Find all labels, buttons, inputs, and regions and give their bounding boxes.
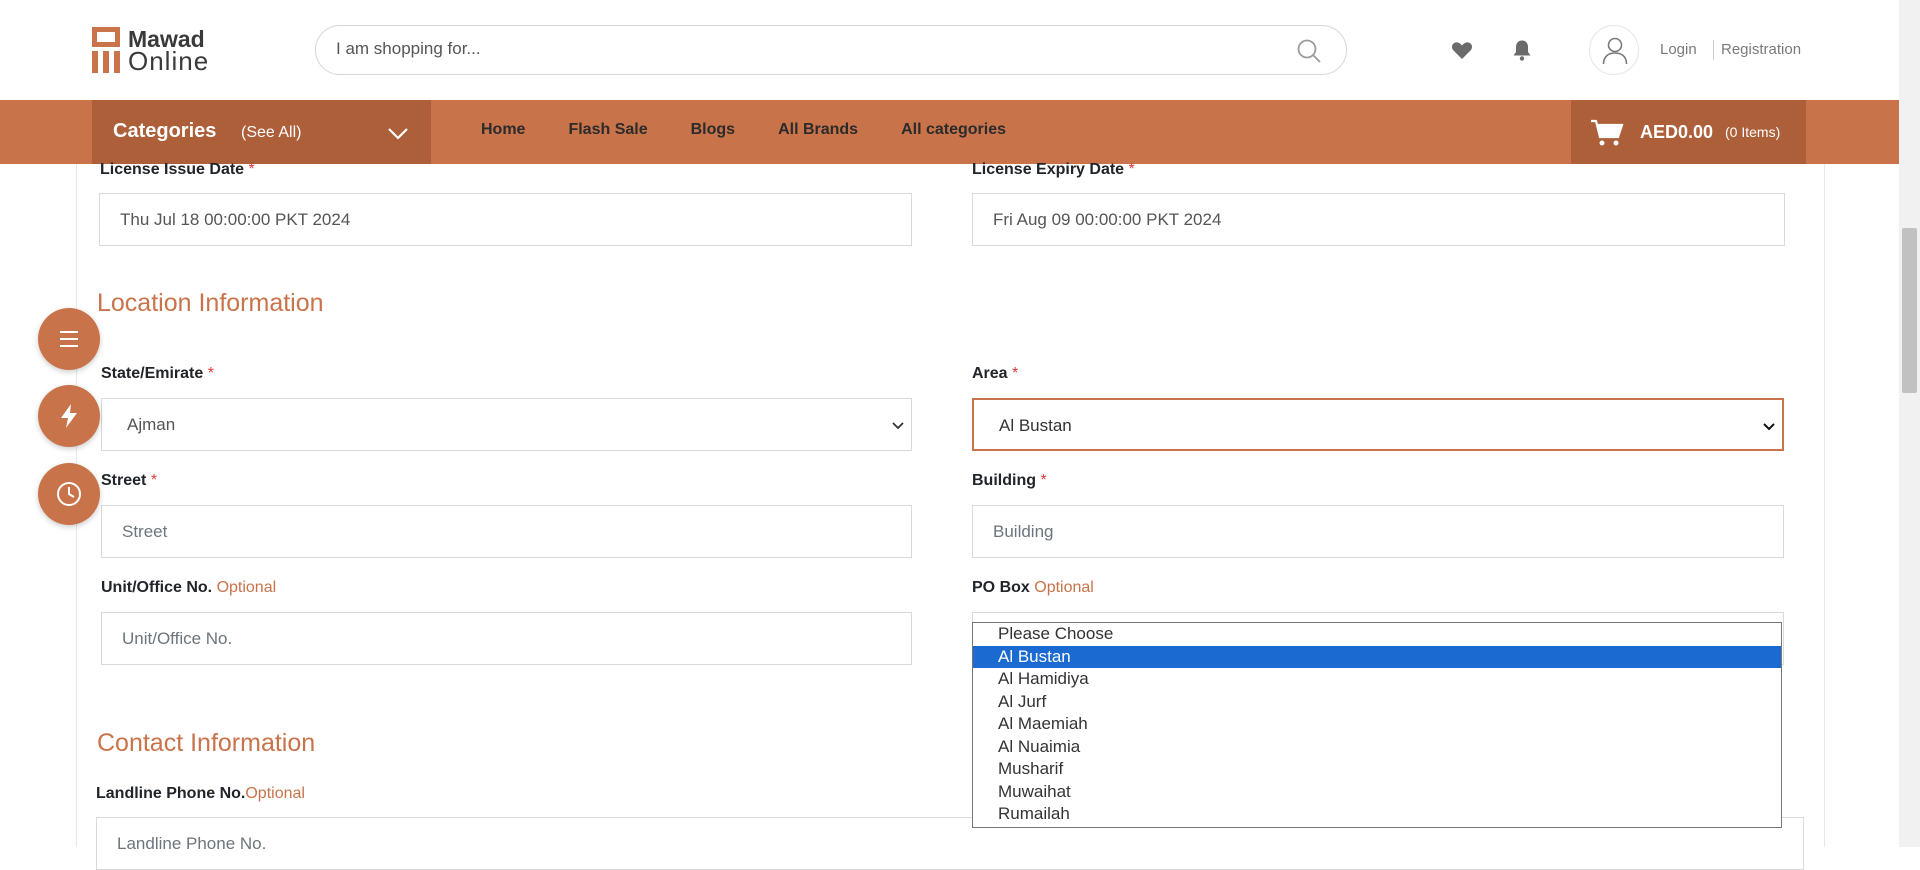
building-label: Building * [972, 472, 1047, 489]
unit-office-label: Unit/Office No. Optional [101, 579, 277, 596]
license-expiry-date-label: License Expiry Date * [972, 161, 1135, 178]
state-selected-value: Ajman [127, 415, 176, 434]
area-label: Area * [972, 365, 1019, 382]
see-all-link[interactable]: (See All) [241, 124, 301, 142]
area-option-selected[interactable]: Al Bustan [973, 645, 1781, 668]
menu-fab[interactable] [38, 308, 100, 370]
nav-links: Home Flash Sale Blogs All Brands All cat… [481, 121, 1049, 139]
area-selected-value: Al Bustan [999, 416, 1072, 435]
site-logo[interactable]: Mawad Online [92, 24, 222, 76]
categories-label: Categories [113, 120, 217, 142]
unit-office-input-wrapper [101, 612, 912, 665]
scrollbar-thumb[interactable] [1902, 228, 1917, 393]
landline-label: Landline Phone No.Optional [96, 785, 305, 802]
state-select[interactable]: Ajman [101, 398, 912, 451]
cart-amount: AED0.00 [1640, 122, 1714, 142]
chevron-down-icon [388, 128, 408, 140]
top-header: Mawad Online Login Registration [0, 0, 1899, 100]
registration-link[interactable]: Registration [1721, 41, 1801, 58]
nav-link-all-brands[interactable]: All Brands [778, 121, 858, 139]
state-label: State/Emirate * [101, 365, 214, 382]
menu-icon [60, 331, 78, 347]
chevron-down-icon [892, 422, 904, 430]
area-option[interactable]: Musharif [973, 758, 1781, 781]
categories-dropdown[interactable]: Categories (See All) [92, 100, 431, 164]
user-avatar[interactable] [1589, 25, 1639, 75]
area-option[interactable]: Al Nuaimia [973, 736, 1781, 759]
wishlist-heart-icon[interactable] [1450, 38, 1474, 62]
page-scrollbar[interactable] [1899, 0, 1920, 847]
search-bar [315, 25, 1347, 75]
user-icon [1602, 37, 1628, 65]
contact-section-title: Contact Information [97, 729, 316, 757]
building-input-wrapper [972, 505, 1784, 558]
area-option[interactable]: Al Maemiah [973, 713, 1781, 736]
area-option[interactable]: Al Jurf [973, 691, 1781, 714]
street-input-wrapper [101, 505, 912, 558]
building-input[interactable] [973, 506, 1783, 557]
po-box-label: PO Box Optional [972, 579, 1094, 596]
nav-link-home[interactable]: Home [481, 121, 525, 139]
license-expiry-date-value: Fri Aug 09 00:00:00 PKT 2024 [993, 210, 1222, 229]
search-input[interactable] [336, 39, 1236, 59]
license-issue-date-value: Thu Jul 18 00:00:00 PKT 2024 [120, 210, 351, 229]
clock-icon [57, 482, 81, 506]
lightning-icon [61, 404, 77, 428]
area-dropdown-list: Please Choose Al Bustan Al Hamidiya Al J… [972, 622, 1782, 828]
area-option[interactable]: Muwaihat [973, 781, 1781, 804]
login-divider [1713, 40, 1714, 60]
street-input[interactable] [102, 506, 911, 557]
nav-link-all-categories[interactable]: All categories [901, 121, 1006, 139]
license-expiry-date-field[interactable]: Fri Aug 09 00:00:00 PKT 2024 [972, 193, 1785, 246]
street-label: Street * [101, 472, 158, 489]
cart-button[interactable]: AED0.00 (0 Items) [1571, 100, 1806, 164]
location-section-title: Location Information [97, 289, 324, 317]
flash-fab[interactable] [38, 385, 100, 447]
unit-office-input[interactable] [102, 613, 911, 664]
cart-items-count: (0 Items) [1725, 124, 1781, 140]
cart-icon [1591, 119, 1624, 146]
chevron-down-icon [1763, 423, 1775, 431]
license-issue-date-field[interactable]: Thu Jul 18 00:00:00 PKT 2024 [99, 193, 912, 246]
login-link[interactable]: Login [1660, 41, 1697, 58]
license-issue-date-label: License Issue Date * [100, 161, 255, 178]
history-fab[interactable] [38, 463, 100, 525]
logo-mark-icon [92, 25, 122, 75]
area-option[interactable]: Please Choose [973, 623, 1781, 646]
logo-text-line2: Online [128, 46, 210, 76]
area-option[interactable]: Al Hamidiya [973, 668, 1781, 691]
main-nav-bar: Categories (See All) Home Flash Sale Blo… [0, 100, 1899, 164]
search-icon[interactable] [1296, 38, 1322, 64]
area-option[interactable]: Rumailah [973, 803, 1781, 826]
nav-link-flash-sale[interactable]: Flash Sale [568, 121, 647, 139]
nav-link-blogs[interactable]: Blogs [691, 121, 735, 139]
area-select[interactable]: Al Bustan [972, 398, 1784, 451]
notification-bell-icon[interactable] [1510, 38, 1534, 62]
